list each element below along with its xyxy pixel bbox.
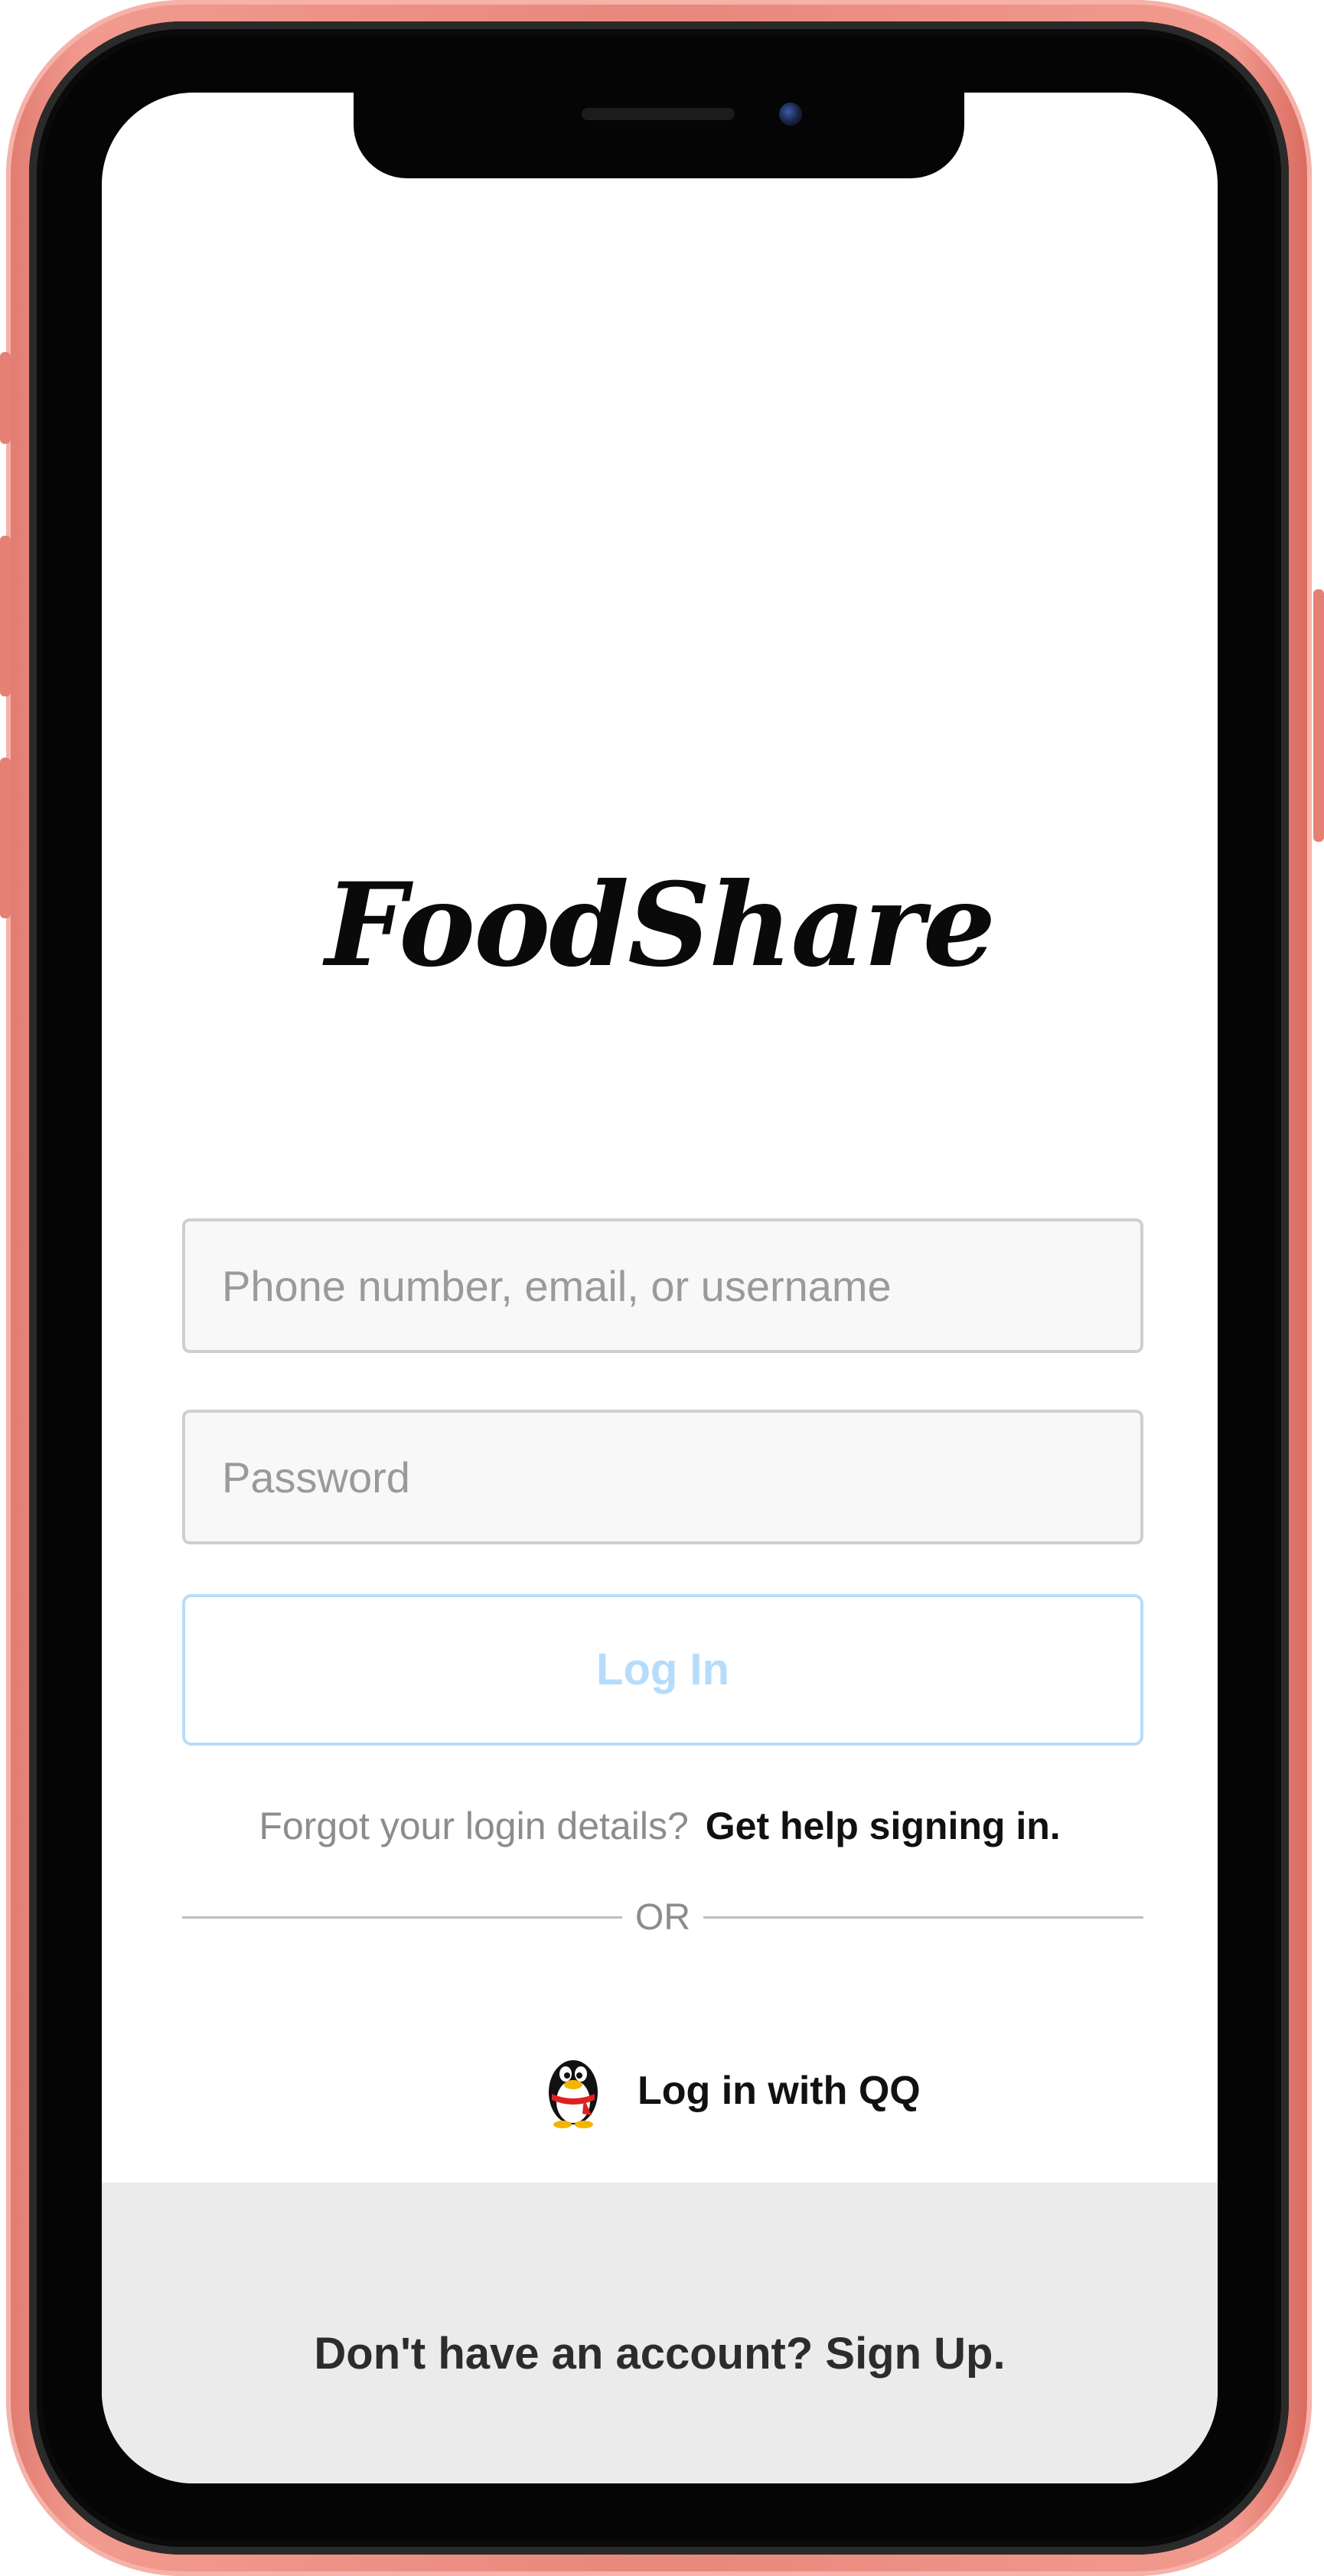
volume-up-button xyxy=(0,536,11,696)
signup-footer: Don't have an account? Sign Up. xyxy=(102,2183,1218,2483)
earpiece-speaker xyxy=(582,108,735,120)
help-row: Forgot your login details? Get help signi… xyxy=(102,1799,1218,1853)
forgot-login-text: Forgot your login details? xyxy=(259,1805,689,1847)
get-help-link[interactable]: Get help signing in. xyxy=(706,1805,1061,1847)
qq-login-label: Log in with QQ xyxy=(638,2069,921,2113)
qq-login-button[interactable]: Log in with QQ xyxy=(538,2049,921,2133)
divider-line-right xyxy=(703,1916,1143,1919)
qq-penguin-icon xyxy=(549,2060,598,2128)
device-mockup: FoodShare Log In Forgot your login detai… xyxy=(0,0,1324,2576)
divider-line-left xyxy=(182,1916,622,1919)
or-divider-label: OR xyxy=(635,1897,690,1938)
phone-notch xyxy=(354,93,964,178)
front-camera xyxy=(779,103,802,126)
app-logo: FoodShare xyxy=(324,858,996,993)
username-input[interactable] xyxy=(182,1218,1143,1353)
password-input[interactable] xyxy=(182,1410,1143,1544)
login-screen: FoodShare Log In Forgot your login detai… xyxy=(102,93,1218,2483)
silent-switch xyxy=(0,352,11,444)
volume-down-button xyxy=(0,758,11,918)
login-button[interactable]: Log In xyxy=(182,1594,1143,1746)
signup-link[interactable]: Don't have an account? Sign Up. xyxy=(102,2328,1218,2379)
power-button xyxy=(1313,589,1324,842)
